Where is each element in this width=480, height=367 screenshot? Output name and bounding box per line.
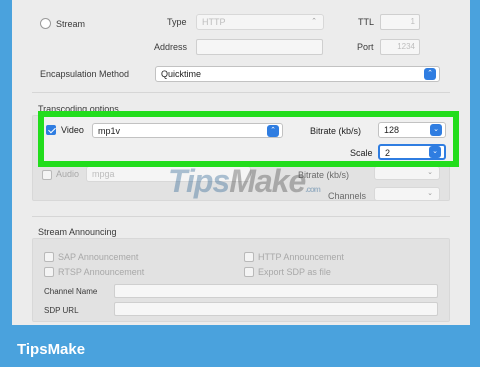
watermark-tips: Tips	[168, 163, 230, 199]
encapsulation-stepper-icon: ⌃	[424, 68, 436, 80]
channels-label: Channels	[328, 191, 367, 201]
scale-value: 2	[385, 148, 391, 158]
sap-checkbox[interactable]	[44, 252, 54, 262]
video-highlight-box: Video mp1v ⌃ Bitrate (kb/s) 128 ⌄ Scale …	[38, 111, 459, 167]
audio-label: Audio	[56, 169, 80, 179]
address-field[interactable]	[196, 39, 323, 55]
video-bitrate-select[interactable]: 128 ⌄	[378, 122, 446, 138]
divider	[32, 92, 450, 93]
http-announcement-label: HTTP Announcement	[258, 252, 344, 262]
scale-chevron-icon: ⌄	[429, 146, 441, 158]
watermark-make: Make	[229, 163, 306, 199]
rtsp-checkbox[interactable]	[44, 267, 54, 277]
video-codec-stepper-icon: ⌃	[267, 124, 279, 137]
http-announcement-checkbox[interactable]	[244, 252, 254, 262]
encapsulation-value: Quicktime	[161, 69, 202, 79]
ttl-field[interactable]: 1	[380, 14, 420, 30]
audio-bitrate-chevron-icon: ⌄	[427, 169, 433, 176]
announcing-section-title: Stream Announcing	[38, 227, 117, 237]
type-label: Type	[167, 17, 187, 27]
stream-radio[interactable]	[40, 18, 51, 29]
sdp-url-label: SDP URL	[44, 306, 79, 315]
channel-name-field[interactable]	[114, 284, 438, 298]
type-stepper-icon: ⌃	[311, 18, 317, 25]
video-bitrate-label: Bitrate (kb/s)	[310, 126, 362, 136]
video-codec-value: mp1v	[98, 126, 121, 136]
audio-codec-value: mpga	[92, 169, 115, 179]
divider	[32, 216, 450, 217]
video-checkbox[interactable]	[46, 125, 56, 135]
channel-name-label: Channel Name	[44, 287, 98, 296]
streaming-options-window: Stream Type HTTP ⌃ TTL 1 Address Port 12…	[12, 0, 470, 325]
scale-label: Scale	[350, 148, 373, 158]
tipsmake-brand-logo: TipsMake	[17, 341, 86, 358]
port-label: Port	[357, 42, 374, 52]
port-field[interactable]: 1234	[380, 39, 420, 55]
address-label: Address	[154, 42, 188, 52]
stream-label: Stream	[56, 19, 86, 29]
tipsmake-watermark-logo: TipsMake.com	[168, 163, 321, 200]
video-label: Video	[61, 125, 84, 135]
video-bitrate-chevron-icon: ⌄	[430, 124, 442, 136]
ttl-label: TTL	[358, 17, 375, 27]
video-bitrate-value: 128	[384, 125, 400, 135]
video-codec-select[interactable]: mp1v ⌃	[92, 123, 283, 138]
watermark-suffix: .com	[305, 185, 321, 194]
encapsulation-label: Encapsulation Method	[40, 69, 130, 79]
audio-bitrate-select[interactable]: ⌄	[374, 166, 440, 180]
channels-chevron-icon: ⌄	[427, 190, 433, 197]
type-select[interactable]: HTTP ⌃	[196, 14, 324, 30]
audio-checkbox[interactable]	[42, 170, 52, 180]
scale-select[interactable]: 2 ⌄	[378, 144, 446, 160]
export-sdp-checkbox[interactable]	[244, 267, 254, 277]
sdp-url-field[interactable]	[114, 302, 438, 316]
channels-select[interactable]: ⌄	[374, 187, 440, 201]
rtsp-label: RTSP Announcement	[58, 267, 145, 277]
encapsulation-select[interactable]: Quicktime ⌃	[155, 66, 440, 82]
export-sdp-label: Export SDP as file	[258, 267, 331, 277]
type-value: HTTP	[202, 17, 226, 27]
sap-label: SAP Announcement	[58, 252, 139, 262]
